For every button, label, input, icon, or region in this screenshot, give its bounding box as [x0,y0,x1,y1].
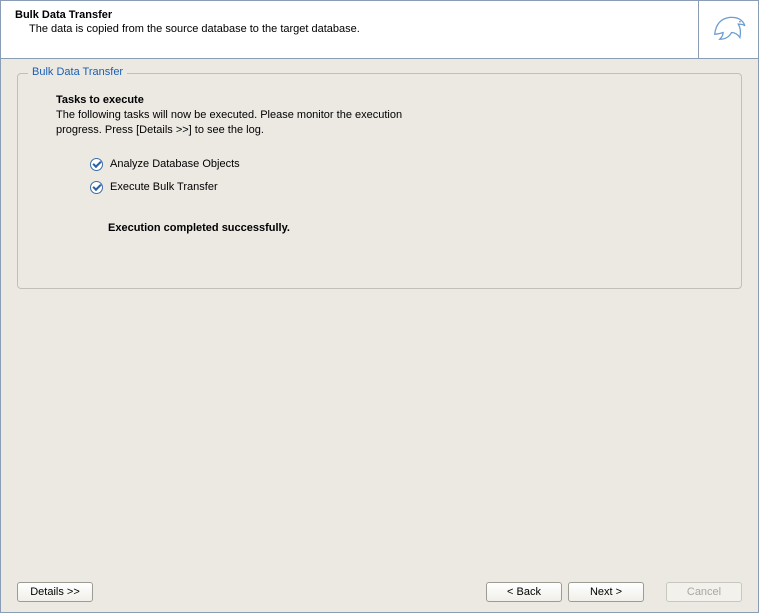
content-area: Bulk Data Transfer Tasks to execute The … [1,59,758,572]
tasks-title: Tasks to execute [56,94,717,106]
tasks-description: The following tasks will now be executed… [56,108,416,138]
panel-legend: Bulk Data Transfer [28,66,127,78]
check-icon [90,181,103,194]
page-subtitle: The data is copied from the source datab… [15,23,684,35]
footer-nav: < Back Next > Cancel [486,582,742,602]
dolphin-icon [708,9,750,51]
page-title: Bulk Data Transfer [15,9,684,21]
task-item: Analyze Database Objects [90,158,717,171]
task-label: Execute Bulk Transfer [110,181,218,193]
task-label: Analyze Database Objects [110,158,240,170]
bulk-transfer-panel: Bulk Data Transfer Tasks to execute The … [17,73,742,289]
wizard-header: Bulk Data Transfer The data is copied fr… [1,1,758,59]
next-button[interactable]: Next > [568,582,644,602]
tasks-section: Tasks to execute The following tasks wil… [42,94,717,234]
wizard-footer: Details >> < Back Next > Cancel [1,572,758,612]
logo-container [698,1,758,58]
details-button[interactable]: Details >> [17,582,93,602]
back-button[interactable]: < Back [486,582,562,602]
check-icon [90,158,103,171]
task-item: Execute Bulk Transfer [90,181,717,194]
header-text-block: Bulk Data Transfer The data is copied fr… [1,1,698,58]
cancel-button: Cancel [666,582,742,602]
completion-message: Execution completed successfully. [108,222,717,234]
